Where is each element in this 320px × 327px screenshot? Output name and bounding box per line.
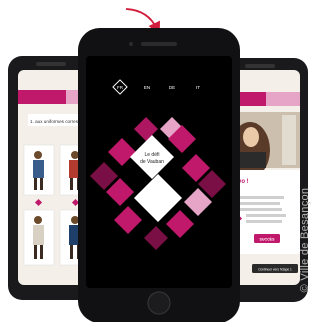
success-button-label: SUCCÈS bbox=[260, 237, 276, 242]
lang-option-it[interactable]: IT bbox=[196, 85, 200, 90]
app-showcase: 1. aux uniformes corresp… ! SUCCÈS Conti… bbox=[0, 0, 318, 323]
game-title-line1: Le défi bbox=[144, 152, 159, 158]
home-button[interactable] bbox=[147, 291, 171, 315]
continue-button-label: Continuer vers l'étape 1 bbox=[258, 268, 292, 272]
pointer-arrow-icon bbox=[125, 8, 160, 35]
photo-credit: © Ville de Besançon bbox=[299, 187, 311, 293]
lang-option-en[interactable]: EN bbox=[144, 85, 150, 90]
center-phone: FR EN DE IT Le défi de Vauban bbox=[78, 28, 240, 323]
lang-option-de[interactable]: DE bbox=[169, 85, 175, 90]
left-phone-question: 1. aux uniformes corresp… bbox=[30, 119, 85, 124]
lang-option-fr[interactable]: FR bbox=[117, 85, 124, 90]
game-title-line2: de Vauban bbox=[140, 159, 164, 165]
